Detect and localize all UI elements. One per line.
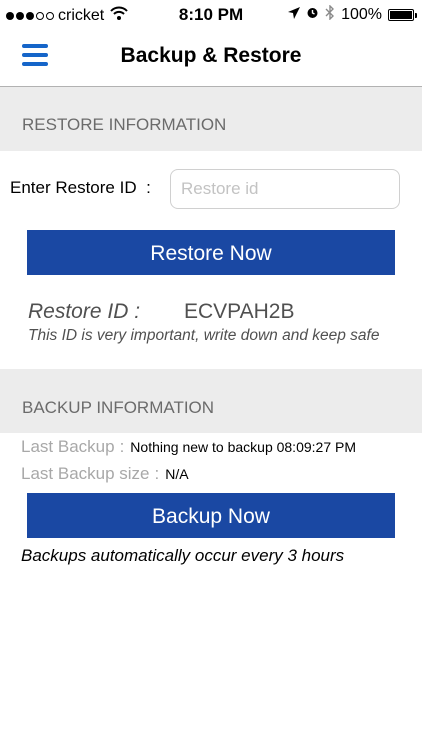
restore-id-input[interactable] bbox=[170, 169, 400, 209]
last-backup-label: Last Backup bbox=[21, 437, 115, 456]
last-backup-size-value: N/A bbox=[165, 466, 189, 482]
restore-id-value: ECVPAH2B bbox=[184, 300, 295, 323]
restore-id-label-text: Enter Restore ID bbox=[10, 178, 137, 197]
location-arrow-icon bbox=[288, 6, 301, 24]
status-right: 100% bbox=[288, 4, 417, 25]
last-backup-row: Last Backup : Nothing new to backup 08:0… bbox=[21, 437, 356, 457]
restore-section-title: RESTORE INFORMATION bbox=[22, 115, 227, 134]
alarm-icon bbox=[306, 6, 319, 24]
last-backup-value: Nothing new to backup 08:09:27 PM bbox=[130, 439, 356, 455]
page-title: Backup & Restore bbox=[120, 44, 302, 67]
backup-section-header: BACKUP INFORMATION bbox=[0, 369, 422, 433]
battery-icon bbox=[388, 9, 417, 21]
battery-percentage: 100% bbox=[341, 6, 382, 23]
last-backup-size-row: Last Backup size : N/A bbox=[21, 464, 189, 484]
backup-now-button[interactable]: Backup Now bbox=[27, 493, 395, 538]
backup-section-title: BACKUP INFORMATION bbox=[22, 398, 215, 417]
restore-section-header: RESTORE INFORMATION bbox=[0, 87, 422, 151]
last-backup-size-separator: : bbox=[154, 464, 160, 483]
restore-id-note: This ID is very important, write down an… bbox=[28, 327, 380, 344]
restore-now-button[interactable]: Restore Now bbox=[27, 230, 395, 275]
status-bar: cricket 8:10 PM 100% bbox=[0, 0, 422, 30]
navigation-bar: Backup & Restore bbox=[0, 30, 422, 87]
restore-id-separator: : bbox=[146, 178, 151, 197]
last-backup-size-label: Last Backup size bbox=[21, 464, 150, 483]
battery-fill bbox=[390, 11, 412, 19]
backup-schedule-note: Backups automatically occur every 3 hour… bbox=[21, 546, 345, 565]
last-backup-separator: : bbox=[119, 437, 125, 456]
bluetooth-icon bbox=[325, 4, 335, 25]
restore-id-display: Restore ID : ECVPAH2B bbox=[28, 300, 295, 324]
restore-id-display-label: Restore ID : bbox=[28, 300, 141, 323]
restore-id-label: Enter Restore ID : bbox=[10, 178, 151, 198]
